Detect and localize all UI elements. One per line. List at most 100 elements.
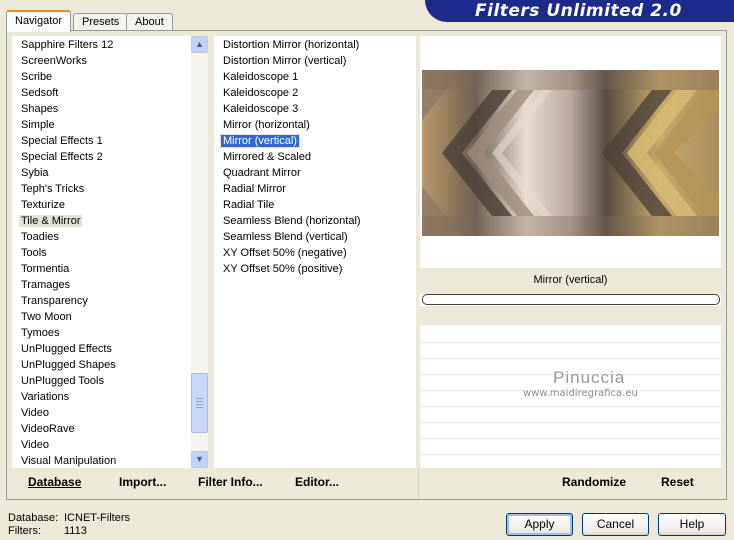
category-item-label: Sapphire Filters 12 bbox=[21, 39, 114, 51]
category-item[interactable]: Variations bbox=[12, 389, 190, 405]
filter-item[interactable]: Radial Mirror bbox=[214, 181, 416, 197]
category-item[interactable]: Sedsoft bbox=[12, 85, 190, 101]
filter-item[interactable]: Radial Tile bbox=[214, 197, 416, 213]
category-item-label: Shapes bbox=[21, 103, 59, 115]
progress-bar bbox=[422, 294, 720, 305]
category-scrollbar[interactable]: ▲ ▼ bbox=[191, 36, 208, 468]
tab-about[interactable]: About bbox=[126, 13, 173, 31]
editor-button[interactable]: Editor... bbox=[295, 475, 339, 489]
filter-item[interactable]: Kaleidoscope 2 bbox=[214, 85, 416, 101]
filter-item[interactable]: Distortion Mirror (horizontal) bbox=[214, 37, 416, 53]
category-list[interactable]: Sapphire Filters 12 ScreenWorks Scribe Seds… bbox=[12, 36, 208, 468]
filter-item[interactable]: Kaleidoscope 1 bbox=[214, 69, 416, 85]
category-item[interactable]: Tymoes bbox=[12, 325, 190, 341]
category-item[interactable]: Special Effects 2 bbox=[12, 149, 190, 165]
param-divider bbox=[420, 422, 721, 423]
category-item[interactable]: UnPlugged Shapes bbox=[12, 357, 190, 373]
category-item-label: Sedsoft bbox=[21, 87, 59, 99]
category-item-label: Transparency bbox=[21, 295, 88, 307]
filter-item[interactable]: Seamless Blend (horizontal) bbox=[214, 213, 416, 229]
reset-button[interactable]: Reset bbox=[661, 475, 694, 489]
category-item[interactable]: VideoRave bbox=[12, 421, 190, 437]
tab-presets[interactable]: Presets bbox=[73, 13, 129, 31]
watermark-site: www.maidiregrafica.eu bbox=[523, 388, 638, 399]
category-item[interactable]: Visual Manipulation bbox=[12, 453, 190, 468]
filter-item-label: Radial Mirror bbox=[223, 183, 286, 195]
category-item[interactable]: Transparency bbox=[12, 293, 190, 309]
category-item-label: Teph's Tricks bbox=[21, 183, 85, 195]
category-item-label: Tramages bbox=[21, 279, 71, 291]
category-item[interactable]: Scribe bbox=[12, 69, 190, 85]
filter-item-label: XY Offset 50% (negative) bbox=[223, 247, 347, 259]
filter-item[interactable]: Seamless Blend (vertical) bbox=[214, 229, 416, 245]
filter-item-label: Kaleidoscope 2 bbox=[223, 87, 299, 99]
import-button[interactable]: Import... bbox=[119, 475, 166, 489]
category-item[interactable]: Tools bbox=[12, 245, 190, 261]
category-item-label: Tile & Mirror bbox=[19, 215, 83, 227]
category-item-label: Visual Manipulation bbox=[21, 455, 117, 467]
category-item[interactable]: Tramages bbox=[12, 277, 190, 293]
category-item[interactable]: UnPlugged Tools bbox=[12, 373, 190, 389]
category-item[interactable]: Tile & Mirror bbox=[12, 213, 190, 229]
status-database: Database: ICNET-Filters bbox=[8, 512, 130, 524]
category-item[interactable]: Shapes bbox=[12, 101, 190, 117]
filter-item[interactable]: Mirrored & Scaled bbox=[214, 149, 416, 165]
category-item-label: Toadies bbox=[21, 231, 59, 243]
filter-item[interactable]: Mirror (vertical) bbox=[214, 133, 416, 149]
category-item[interactable]: Simple bbox=[12, 117, 190, 133]
category-item[interactable]: Video bbox=[12, 437, 190, 453]
category-item[interactable]: Toadies bbox=[12, 229, 190, 245]
param-divider bbox=[420, 358, 721, 359]
category-item[interactable]: Teph's Tricks bbox=[12, 181, 190, 197]
progress-band bbox=[420, 306, 721, 325]
filter-item-label: XY Offset 50% (positive) bbox=[223, 263, 343, 275]
filter-item[interactable]: XY Offset 50% (positive) bbox=[214, 261, 416, 277]
preview-image bbox=[422, 70, 719, 236]
category-item-label: Tools bbox=[21, 247, 47, 259]
filter-item[interactable]: Distortion Mirror (vertical) bbox=[214, 53, 416, 69]
category-item-label: Texturize bbox=[21, 199, 66, 211]
filter-item[interactable]: Mirror (horizontal) bbox=[214, 117, 416, 133]
preview-filter-name: Mirror (vertical) bbox=[533, 274, 608, 286]
filter-item[interactable]: XY Offset 50% (negative) bbox=[214, 245, 416, 261]
category-item-label: Tormentia bbox=[21, 263, 70, 275]
cancel-button[interactable]: Cancel bbox=[582, 513, 649, 536]
category-item[interactable]: Texturize bbox=[12, 197, 190, 213]
category-item[interactable]: Tormentia bbox=[12, 261, 190, 277]
scroll-thumb[interactable] bbox=[191, 373, 208, 433]
category-item-label: UnPlugged Shapes bbox=[21, 359, 116, 371]
apply-button[interactable]: Apply bbox=[506, 513, 573, 536]
filter-item-label: Mirror (vertical) bbox=[220, 134, 300, 148]
filter-item[interactable]: Quadrant Mirror bbox=[214, 165, 416, 181]
category-item[interactable]: Two Moon bbox=[12, 309, 190, 325]
help-button[interactable]: Help bbox=[658, 513, 726, 536]
category-item-label: Scribe bbox=[21, 71, 53, 83]
brand-title: Filters Unlimited 2.0 bbox=[475, 1, 682, 21]
category-item[interactable]: Sybia bbox=[12, 165, 190, 181]
tab-navigator[interactable]: Navigator bbox=[6, 10, 72, 32]
filter-item-label: Seamless Blend (horizontal) bbox=[223, 215, 361, 227]
category-item-label: UnPlugged Effects bbox=[21, 343, 112, 355]
category-item[interactable]: ScreenWorks bbox=[12, 53, 190, 69]
category-item[interactable]: Video bbox=[12, 405, 190, 421]
filter-list[interactable]: Distortion Mirror (horizontal) Distortion… bbox=[214, 36, 416, 468]
scroll-down-button[interactable]: ▼ bbox=[191, 451, 208, 468]
randomize-button[interactable]: Randomize bbox=[562, 475, 626, 489]
category-item[interactable]: Sapphire Filters 12 bbox=[12, 37, 190, 53]
category-item-label: Video bbox=[21, 439, 49, 451]
status-filters-value: 1113 bbox=[64, 525, 87, 537]
filter-info-button[interactable]: Filter Info... bbox=[198, 475, 263, 489]
button-separator bbox=[418, 468, 419, 498]
filter-item-label: Mirrored & Scaled bbox=[223, 151, 312, 163]
watermark-name: Pinuccia bbox=[553, 368, 626, 387]
category-item[interactable]: UnPlugged Effects bbox=[12, 341, 190, 357]
category-item-label: Sybia bbox=[21, 167, 49, 179]
scroll-up-button[interactable]: ▲ bbox=[191, 36, 208, 53]
filter-item[interactable]: Kaleidoscope 3 bbox=[214, 101, 416, 117]
filter-item-label: Distortion Mirror (vertical) bbox=[223, 55, 347, 67]
category-item-label: Video bbox=[21, 407, 49, 419]
param-divider bbox=[420, 438, 721, 439]
category-item[interactable]: Special Effects 1 bbox=[12, 133, 190, 149]
database-button[interactable]: Database bbox=[28, 475, 81, 489]
filter-item-label: Distortion Mirror (horizontal) bbox=[223, 39, 360, 51]
